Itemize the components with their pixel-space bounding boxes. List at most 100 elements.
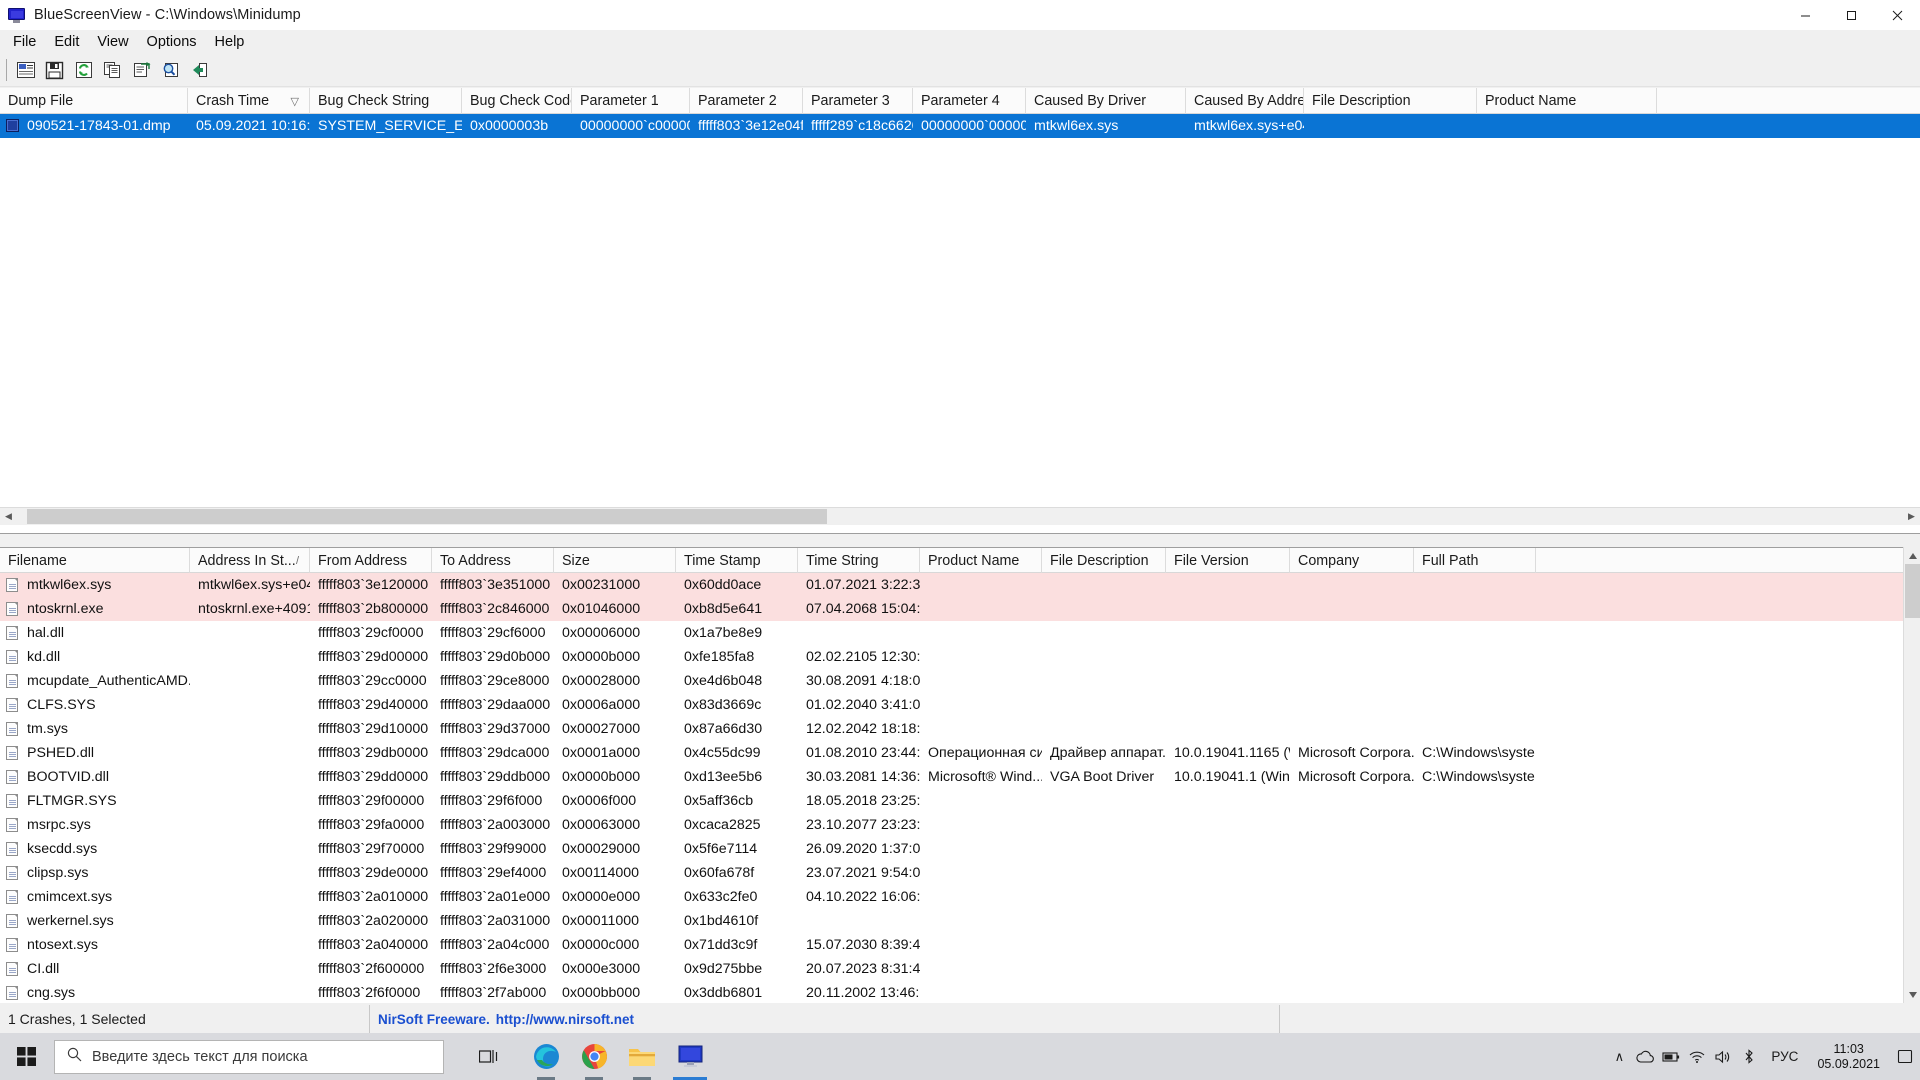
driver-list-column-header[interactable]: Product Name (920, 548, 1042, 574)
crash-list-column-header[interactable]: Crash Time ▽ (188, 88, 310, 114)
scroll-left-icon[interactable]: ◀ (0, 507, 17, 525)
refresh-button[interactable] (69, 57, 98, 84)
bluescreenview-icon[interactable] (666, 1033, 714, 1080)
driver-list-row[interactable]: PSHED.dll fffff803`29db0000 fffff803`29dca… (0, 741, 1903, 765)
driver-list-row[interactable]: BOOTVID.dll fffff803`29dd0000 fffff803`29d… (0, 765, 1903, 789)
driver-list-column-header[interactable]: Address In St... / (190, 548, 310, 574)
driver-list-cell: 15.07.2030 8:39:43 (806, 937, 920, 953)
clock[interactable]: 11:03 05.09.2021 (1807, 1033, 1890, 1080)
battery-icon[interactable] (1658, 1033, 1684, 1080)
menu-file[interactable]: File (4, 31, 45, 53)
driver-list-cell (1042, 933, 1166, 957)
nirsoft-url-link[interactable]: http://www.nirsoft.net (496, 1012, 634, 1027)
close-button[interactable] (1874, 0, 1920, 30)
find-button[interactable] (156, 57, 185, 84)
edge-icon[interactable] (522, 1033, 570, 1080)
driver-list-cell: werkernel.sys (0, 909, 190, 933)
driver-list-row[interactable]: tm.sys fffff803`29d10000 fffff803`29d37000… (0, 717, 1903, 741)
menu-options[interactable]: Options (138, 31, 206, 53)
driver-list-row[interactable]: CI.dll fffff803`2f600000 fffff803`2f6e3000… (0, 957, 1903, 981)
driver-list-cell (1414, 597, 1536, 621)
start-button[interactable] (0, 1033, 52, 1080)
menu-edit[interactable]: Edit (45, 31, 88, 53)
driver-list-cell: 0xcaca2825 (684, 817, 761, 833)
driver-list-row[interactable]: ntoskrnl.exe ntoskrnl.exe+409169 fffff803`… (0, 597, 1903, 621)
onedrive-cloud-icon[interactable] (1632, 1033, 1658, 1080)
driver-list-column-header[interactable]: From Address (310, 548, 432, 574)
crash-list-column-header[interactable]: Caused By Driver (1026, 88, 1186, 114)
crash-list-column-header[interactable]: Parameter 2 (690, 88, 803, 114)
hscroll-track[interactable] (17, 507, 1903, 525)
crash-list-row[interactable]: 090521-17843-01.dmp 05.09.2021 10:16:13 SY… (0, 114, 1920, 138)
html-report-button[interactable] (127, 57, 156, 84)
crash-list-column-header[interactable]: Bug Check String (310, 88, 462, 114)
driver-list-column-header[interactable]: To Address (432, 548, 554, 574)
driver-list-column-header[interactable]: Time String (798, 548, 920, 574)
driver-list-row[interactable]: cng.sys fffff803`2f6f0000 fffff803`2f7ab00… (0, 981, 1903, 1002)
chrome-icon[interactable] (570, 1033, 618, 1080)
driver-list-row[interactable]: FLTMGR.SYS fffff803`29f00000 fffff803`29f6… (0, 789, 1903, 813)
search-input[interactable]: Введите здесь текст для поиска (54, 1039, 444, 1074)
driver-list-row[interactable]: CLFS.SYS fffff803`29d40000 fffff803`29daa0… (0, 693, 1903, 717)
driver-list-column-header[interactable]: Company (1290, 548, 1414, 574)
driver-list-cell (920, 981, 1042, 1002)
crash-list-column-header[interactable]: Parameter 1 (572, 88, 690, 114)
crash-list-column-header[interactable]: Parameter 3 (803, 88, 913, 114)
scroll-down-icon[interactable] (1904, 986, 1920, 1003)
driver-list-column-label: File Version (1174, 553, 1249, 569)
scroll-right-icon[interactable]: ▶ (1903, 507, 1920, 525)
copy-button[interactable] (98, 57, 127, 84)
maximize-button[interactable] (1828, 0, 1874, 30)
driver-list-row[interactable]: mcupdate_AuthenticAMD.dll fffff803`29cc00… (0, 669, 1903, 693)
driver-list-column-header[interactable]: Filename (0, 548, 190, 574)
driver-list-body[interactable]: mtkwl6ex.sys mtkwl6ex.sys+e04f fffff803`3e… (0, 573, 1903, 1002)
bluetooth-icon[interactable] (1736, 1033, 1762, 1080)
crash-list-column-header[interactable]: Product Name (1477, 88, 1657, 114)
crash-list-column-header[interactable]: File Description (1304, 88, 1477, 114)
minimize-button[interactable] (1782, 0, 1828, 30)
driver-list-column-header[interactable]: File Version (1166, 548, 1290, 574)
crash-list-column-header[interactable]: Parameter 4 (913, 88, 1026, 114)
show-hidden-icons-chevron-icon[interactable]: ∧ (1606, 1033, 1632, 1080)
driver-list-row[interactable]: clipsp.sys fffff803`29de0000 fffff803`29ef… (0, 861, 1903, 885)
driver-list-row[interactable]: msrpc.sys fffff803`29fa0000 fffff803`2a003… (0, 813, 1903, 837)
save-button[interactable] (40, 57, 69, 84)
crash-list-body[interactable]: 090521-17843-01.dmp 05.09.2021 10:16:13 SY… (0, 114, 1920, 506)
crash-list-column-header[interactable]: Dump File (0, 88, 188, 114)
driver-list-row[interactable]: werkernel.sys fffff803`2a020000 fffff803`2… (0, 909, 1903, 933)
driver-file-icon (6, 841, 21, 857)
vscroll-track[interactable] (1904, 564, 1920, 986)
wifi-icon[interactable] (1684, 1033, 1710, 1080)
notification-center-icon[interactable] (1890, 1033, 1920, 1080)
hscroll-thumb[interactable] (27, 508, 827, 524)
task-view-icon[interactable] (466, 1033, 514, 1080)
driver-list-column-header[interactable]: Time Stamp (676, 548, 798, 574)
driver-list-row[interactable]: mtkwl6ex.sys mtkwl6ex.sys+e04f fffff803`3e… (0, 573, 1903, 597)
driver-list-column-label: Filename (8, 553, 67, 569)
driver-list-vscrollbar[interactable] (1903, 547, 1920, 1003)
status-credit[interactable]: NirSoft Freeware. http://www.nirsoft.net (370, 1005, 1280, 1033)
driver-list-row[interactable]: kd.dll fffff803`29d00000 fffff803`29d0b000… (0, 645, 1903, 669)
vscroll-thumb[interactable] (1905, 564, 1920, 618)
driver-list-row[interactable]: cmimcext.sys fffff803`2a010000 fffff803`2a… (0, 885, 1903, 909)
menu-view[interactable]: View (88, 31, 137, 53)
language-indicator[interactable]: РУС (1762, 1049, 1807, 1064)
menu-help[interactable]: Help (206, 31, 254, 53)
driver-list-row[interactable]: ntosext.sys fffff803`2a040000 fffff803`2a0… (0, 933, 1903, 957)
driver-list-row[interactable]: ksecdd.sys fffff803`29f70000 fffff803`29f9… (0, 837, 1903, 861)
driver-list-cell: fffff803`2a01e000 (440, 889, 551, 905)
file-explorer-icon[interactable] (618, 1033, 666, 1080)
driver-list-column-header[interactable]: Full Path (1414, 548, 1536, 574)
scroll-up-icon[interactable] (1904, 547, 1920, 564)
exit-button[interactable] (185, 57, 214, 84)
properties-button[interactable] (11, 57, 40, 84)
crash-list-column-header[interactable]: Bug Check Code (462, 88, 572, 114)
driver-list-row[interactable]: hal.dll fffff803`29cf0000 fffff803`29cf600… (0, 621, 1903, 645)
driver-list-cell (1166, 909, 1290, 933)
driver-list-column-header[interactable]: File Description (1042, 548, 1166, 574)
driver-list-column-header[interactable]: Size (554, 548, 676, 574)
volume-icon[interactable] (1710, 1033, 1736, 1080)
driver-list-cell: ntoskrnl.exe (0, 597, 190, 621)
crash-list-hscrollbar[interactable]: ◀ ▶ (0, 507, 1920, 525)
crash-list-column-header[interactable]: Caused By Address (1186, 88, 1304, 114)
